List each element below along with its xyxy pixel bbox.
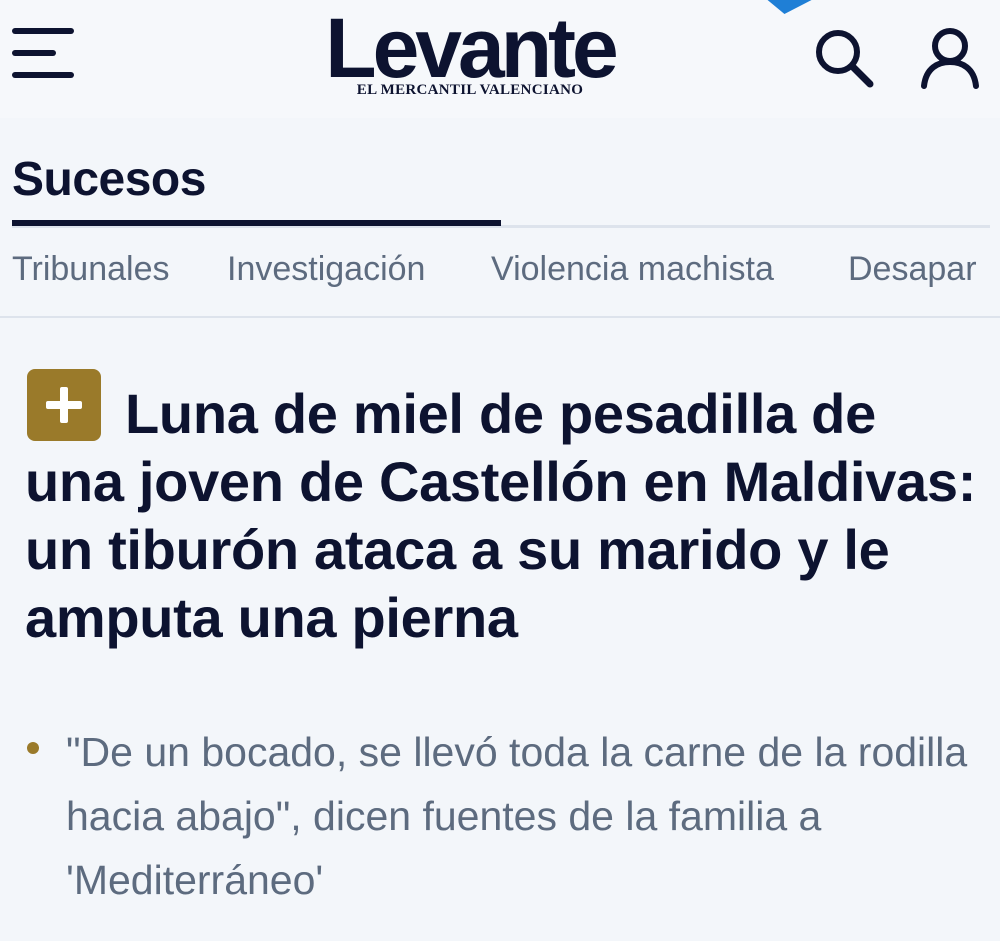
hamburger-menu-icon[interactable] — [12, 28, 76, 82]
header: Levante EL MERCANTIL VALENCIANO — [0, 0, 1000, 118]
section-title[interactable]: Sucesos — [12, 152, 206, 207]
user-icon[interactable] — [918, 26, 982, 90]
bullet-icon — [27, 742, 39, 754]
site-logo[interactable]: Levante EL MERCANTIL VALENCIANO — [300, 6, 640, 106]
subnav-item-desaparecidos[interactable]: Desapar — [848, 250, 977, 289]
corner-triangle-icon — [762, 0, 812, 14]
subnav-item-investigacion[interactable]: Investigación — [227, 250, 425, 289]
article-headline[interactable]: Luna de miel de pesadilla de una joven d… — [25, 380, 985, 652]
subnav: Tribunales Investigación Violencia machi… — [0, 250, 1000, 300]
search-icon[interactable] — [812, 26, 876, 90]
page: Levante EL MERCANTIL VALENCIANO Sucesos … — [0, 0, 1000, 941]
section-active-underline — [12, 220, 501, 226]
subnav-item-violencia-machista[interactable]: Violencia machista — [491, 250, 774, 289]
article-summary: "De un bocado, se llevó toda la carne de… — [66, 729, 968, 903]
subnav-item-tribunales[interactable]: Tribunales — [12, 250, 169, 289]
subnav-divider — [0, 316, 1000, 318]
logo-title: Levante — [325, 1, 618, 95]
